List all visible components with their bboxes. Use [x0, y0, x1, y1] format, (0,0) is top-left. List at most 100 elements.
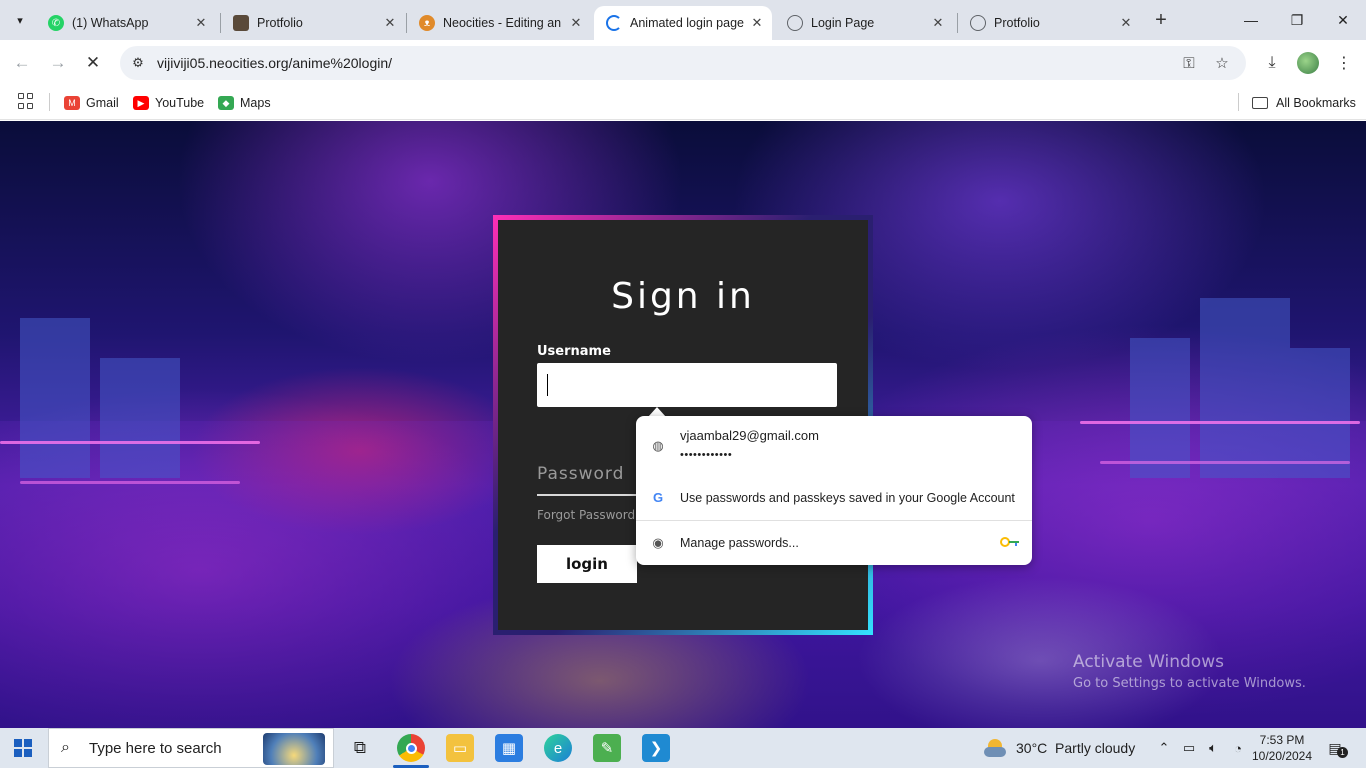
clock-date: 10/20/2024 [1251, 749, 1313, 763]
back-button[interactable]: ← [9, 50, 35, 76]
weather-widget[interactable]: 30°C Partly cloudy [984, 737, 1135, 759]
forgot-password-link[interactable]: Forgot Password [537, 508, 635, 522]
edge-icon[interactable]: e [544, 734, 572, 762]
password-autofill-popup: ◍ vjaambal29@gmail.com •••••••••••• G Us… [636, 416, 1032, 565]
background-building [20, 318, 90, 478]
search-placeholder: Type here to search [89, 740, 222, 757]
close-window-button[interactable]: ✕ [1320, 0, 1366, 40]
close-tab-icon[interactable]: ✕ [748, 14, 766, 32]
saved-credential-row[interactable]: ◍ vjaambal29@gmail.com •••••••••••• [636, 416, 1032, 474]
close-tab-icon[interactable]: ✕ [929, 14, 947, 32]
close-tab-icon[interactable]: ✕ [567, 14, 585, 32]
globe-icon [970, 15, 986, 31]
password-field[interactable]: Password [537, 464, 624, 484]
menu-kebab-icon[interactable]: ⋮ [1333, 52, 1355, 74]
username-input[interactable] [537, 363, 837, 407]
tab-neocities[interactable]: ᴥ Neocities - Editing an ✕ [407, 6, 591, 40]
google-account-passwords-row[interactable]: G Use passwords and passkeys saved in yo… [636, 474, 1032, 520]
bookmark-label: Gmail [86, 96, 119, 110]
bookmark-star-icon[interactable]: ☆ [1212, 53, 1232, 73]
chrome-taskbar-icon[interactable] [397, 734, 425, 762]
tab-strip: ▾ ✆ (1) WhatsApp ✕ Protfolio ✕ ᴥ Neociti… [0, 0, 1366, 40]
bookmarks-divider [1238, 93, 1239, 111]
close-tab-icon[interactable]: ✕ [381, 14, 399, 32]
gmail-icon: M [64, 96, 80, 110]
weather-text: 30°C Partly cloudy [1016, 740, 1136, 756]
url-text[interactable]: vijiviji05.neocities.org/anime%20login/ [157, 55, 392, 71]
bookmarks-bar: M Gmail ▶ YouTube ◆ Maps All Bookmarks [0, 86, 1366, 120]
file-explorer-icon[interactable]: ▭ [446, 734, 474, 762]
tab-title: Neocities - Editing an [443, 16, 562, 30]
battery-icon[interactable]: ▭ [1180, 738, 1198, 758]
browser-toolbar: ← → ✕ ⚙ vijiviji05.neocities.org/anime%2… [0, 40, 1366, 86]
loading-spinner-icon [606, 15, 622, 31]
windows-taskbar: ⌕ Type here to search ⧉ ▭ ▦ e ✎ ❯ 30°C P… [0, 728, 1366, 768]
background-building [100, 358, 180, 478]
all-bookmarks-folder[interactable]: All Bookmarks [1252, 93, 1356, 113]
address-bar[interactable]: ⚙ vijiviji05.neocities.org/anime%20login… [120, 46, 1246, 80]
task-view-icon[interactable]: ⧉ [346, 734, 374, 762]
apps-grid-icon[interactable] [18, 93, 34, 109]
tab-title: Protfolio [257, 16, 303, 30]
whatsapp-icon: ✆ [48, 15, 64, 31]
tab-portfolio[interactable]: Protfolio ✕ [221, 6, 405, 40]
globe-icon [787, 15, 803, 31]
sign-in-title: Sign in [611, 276, 755, 317]
folder-label: All Bookmarks [1276, 96, 1356, 110]
chevron-up-icon[interactable]: ⌃ [1155, 738, 1173, 758]
close-tab-icon[interactable]: ✕ [192, 14, 210, 32]
wifi-icon[interactable]: ◔ [1229, 738, 1247, 758]
tab-login-page[interactable]: Login Page ✕ [775, 6, 953, 40]
globe-icon: ◍ [652, 438, 664, 453]
search-highlight-image [263, 733, 325, 765]
bookmark-youtube[interactable]: ▶ YouTube [133, 93, 204, 113]
light-streak [1100, 461, 1350, 464]
taskbar-clock[interactable]: 7:53 PM 10/20/2024 [1250, 732, 1314, 764]
tab-whatsapp[interactable]: ✆ (1) WhatsApp ✕ [36, 6, 216, 40]
activate-windows-watermark: Activate Windows Go to Settings to activ… [1073, 652, 1306, 691]
site-info-icon[interactable]: ⚙ [128, 53, 148, 73]
bookmark-label: YouTube [155, 96, 205, 110]
close-tab-icon[interactable]: ✕ [1117, 14, 1135, 32]
microsoft-store-icon[interactable]: ▦ [495, 734, 523, 762]
chrome-icon: ◉ [652, 535, 664, 550]
neocities-cat-icon: ᴥ [419, 15, 435, 31]
tab-title: Login Page [811, 16, 875, 30]
manage-passwords-row[interactable]: ◉ Manage passwords... [636, 521, 1032, 565]
taskbar-search-box[interactable]: ⌕ Type here to search [48, 728, 334, 768]
google-passwords-text: Use passwords and passkeys saved in your… [680, 491, 1015, 505]
tab-portfolio-2[interactable]: Protfolio ✕ [958, 6, 1141, 40]
folder-icon [1252, 97, 1268, 109]
bookmark-label: Maps [240, 96, 271, 110]
minimize-button[interactable]: — [1228, 0, 1274, 40]
new-tab-button[interactable]: + [1149, 8, 1173, 32]
page-content: Sign in Username Password Forgot Passwor… [0, 121, 1366, 728]
profile-avatar[interactable] [1297, 52, 1319, 74]
notepad-app-icon[interactable]: ✎ [593, 734, 621, 762]
tab-title: Animated login page [630, 16, 744, 30]
saved-password-mask: •••••••••••• [680, 449, 733, 461]
bookmark-gmail[interactable]: M Gmail [64, 93, 119, 113]
light-streak [0, 441, 260, 444]
login-button[interactable]: login [537, 545, 637, 583]
vscode-icon[interactable]: ❯ [642, 734, 670, 762]
start-windows-icon[interactable] [14, 739, 32, 757]
tab-title: Protfolio [994, 16, 1040, 30]
maps-icon: ◆ [218, 96, 234, 110]
google-g-icon: G [652, 489, 664, 505]
text-caret [547, 374, 548, 396]
watermark-title: Activate Windows [1073, 652, 1224, 672]
saved-email: vjaambal29@gmail.com [680, 428, 819, 443]
volume-icon[interactable]: 🔈︎ [1204, 738, 1222, 758]
tab-animated-login[interactable]: Animated login page ✕ [594, 6, 772, 40]
light-streak [1080, 421, 1360, 424]
restore-button[interactable]: ❐ [1274, 0, 1320, 40]
stop-loading-button[interactable]: ✕ [80, 50, 106, 76]
download-icon[interactable]: ⤓ [1261, 52, 1283, 74]
tab-search-chevron-icon[interactable]: ▾ [8, 8, 32, 32]
youtube-icon: ▶ [133, 96, 149, 110]
bookmark-maps[interactable]: ◆ Maps [218, 93, 271, 113]
password-key-icon[interactable]: ⚿ [1179, 53, 1199, 73]
search-icon: ⌕ [61, 739, 70, 756]
forward-button[interactable]: → [45, 50, 71, 76]
